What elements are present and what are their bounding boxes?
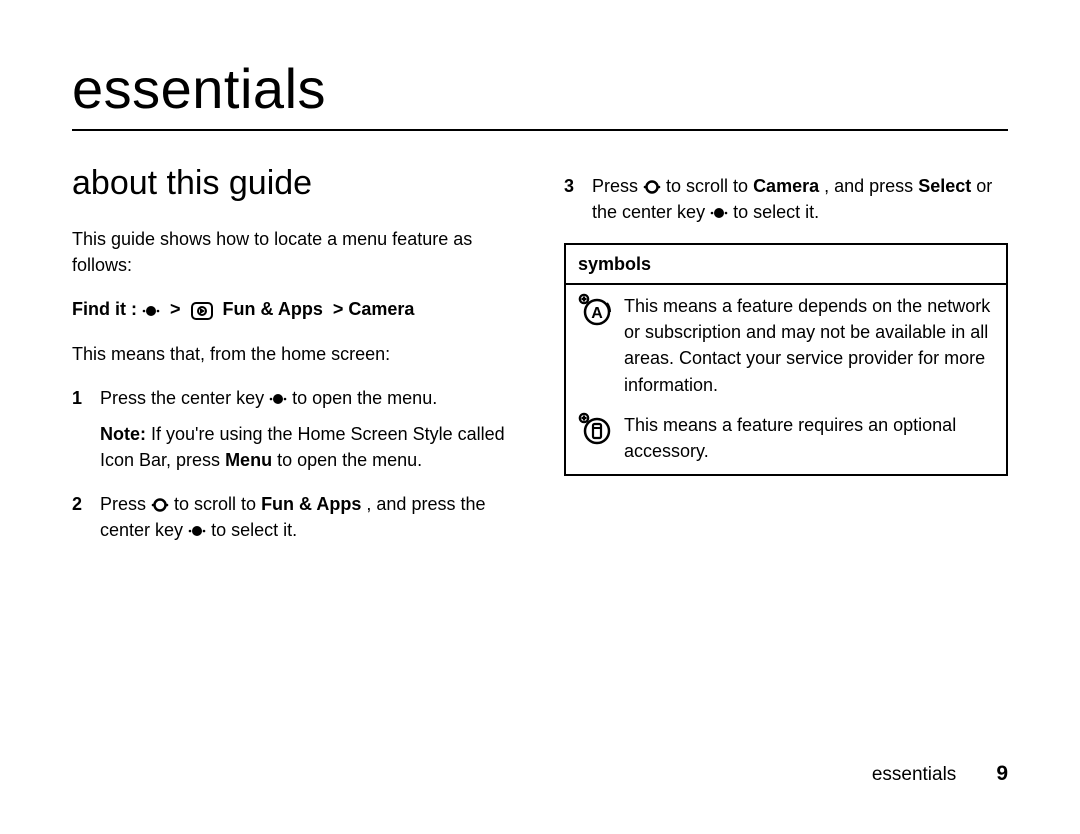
step-text-b: to open the menu. bbox=[292, 388, 437, 408]
step-number: 3 bbox=[564, 173, 578, 225]
svg-text:A: A bbox=[591, 305, 603, 322]
symbol-description: This means a feature requires an optiona… bbox=[624, 412, 994, 464]
page-title: essentials bbox=[72, 56, 1008, 121]
step-number: 2 bbox=[72, 491, 86, 543]
symbols-heading: symbols bbox=[566, 245, 1006, 285]
step-body: Press to scroll to Camera , and press Se… bbox=[592, 173, 1008, 225]
nav-ring-icon bbox=[643, 178, 661, 196]
step-text-c: , and press bbox=[824, 176, 918, 196]
step-1: 1 Press the center key to open the menu.… bbox=[72, 385, 516, 473]
apps-menu-icon bbox=[191, 302, 213, 320]
title-rule bbox=[72, 129, 1008, 131]
step-text-a: Press the center key bbox=[100, 388, 269, 408]
step-body: Press the center key to open the menu. N… bbox=[100, 385, 516, 473]
symbol-description: This means a feature depends on the netw… bbox=[624, 293, 994, 397]
step-number: 1 bbox=[72, 385, 86, 473]
steps-list-right: 3 Press to scroll to Camera , and press … bbox=[564, 173, 1008, 225]
note-menu-key: Menu bbox=[225, 450, 272, 470]
step-target: Camera bbox=[753, 176, 819, 196]
nav-ring-icon bbox=[151, 496, 169, 514]
page-footer: essentials 9 bbox=[872, 762, 1008, 786]
symbol-row-accessory: This means a feature requires an optiona… bbox=[566, 408, 1006, 474]
center-key-icon bbox=[710, 204, 728, 222]
footer-section-label: essentials bbox=[872, 764, 957, 786]
center-key-icon bbox=[142, 302, 160, 320]
section-heading: about this guide bbox=[72, 159, 516, 208]
step-text-d: to select it. bbox=[211, 520, 297, 540]
step-text-e: to select it. bbox=[733, 202, 819, 222]
note-text-c: to open the menu. bbox=[277, 450, 422, 470]
select-label: Select bbox=[918, 176, 971, 196]
step-text-a: Press bbox=[100, 494, 151, 514]
path-fun-apps: Fun & Apps bbox=[223, 299, 323, 319]
step-target: Fun & Apps bbox=[261, 494, 361, 514]
find-it-line: Find it : > Fun & Apps > Camera bbox=[72, 296, 516, 322]
center-key-icon bbox=[188, 522, 206, 540]
center-key-icon bbox=[269, 390, 287, 408]
step-text-a: Press bbox=[592, 176, 643, 196]
page: essentials about this guide This guide s… bbox=[0, 0, 1080, 834]
symbols-table: symbols A This means a feature depends o… bbox=[564, 243, 1008, 476]
after-find-text: This means that, from the home screen: bbox=[72, 341, 516, 367]
symbol-row-network: A This means a feature depends on the ne… bbox=[566, 285, 1006, 407]
right-column: 3 Press to scroll to Camera , and press … bbox=[564, 159, 1008, 561]
columns: about this guide This guide shows how to… bbox=[72, 159, 1008, 561]
find-it-prefix: Find it : bbox=[72, 299, 142, 319]
accessory-required-icon bbox=[578, 412, 612, 446]
step-body: Press to scroll to Fun & Apps , and pres… bbox=[100, 491, 516, 543]
network-dependent-icon: A bbox=[578, 293, 612, 327]
step-text-b: to scroll to bbox=[666, 176, 753, 196]
steps-list: 1 Press the center key to open the menu.… bbox=[72, 385, 516, 543]
page-number: 9 bbox=[996, 762, 1008, 786]
step-2: 2 Press to scroll to Fun & Apps , and pr… bbox=[72, 491, 516, 543]
note-label: Note: bbox=[100, 424, 146, 444]
step-3: 3 Press to scroll to Camera , and press … bbox=[564, 173, 1008, 225]
step-text-b: to scroll to bbox=[174, 494, 261, 514]
path-camera: Camera bbox=[348, 299, 414, 319]
intro-text: This guide shows how to locate a menu fe… bbox=[72, 226, 516, 278]
left-column: about this guide This guide shows how to… bbox=[72, 159, 516, 561]
